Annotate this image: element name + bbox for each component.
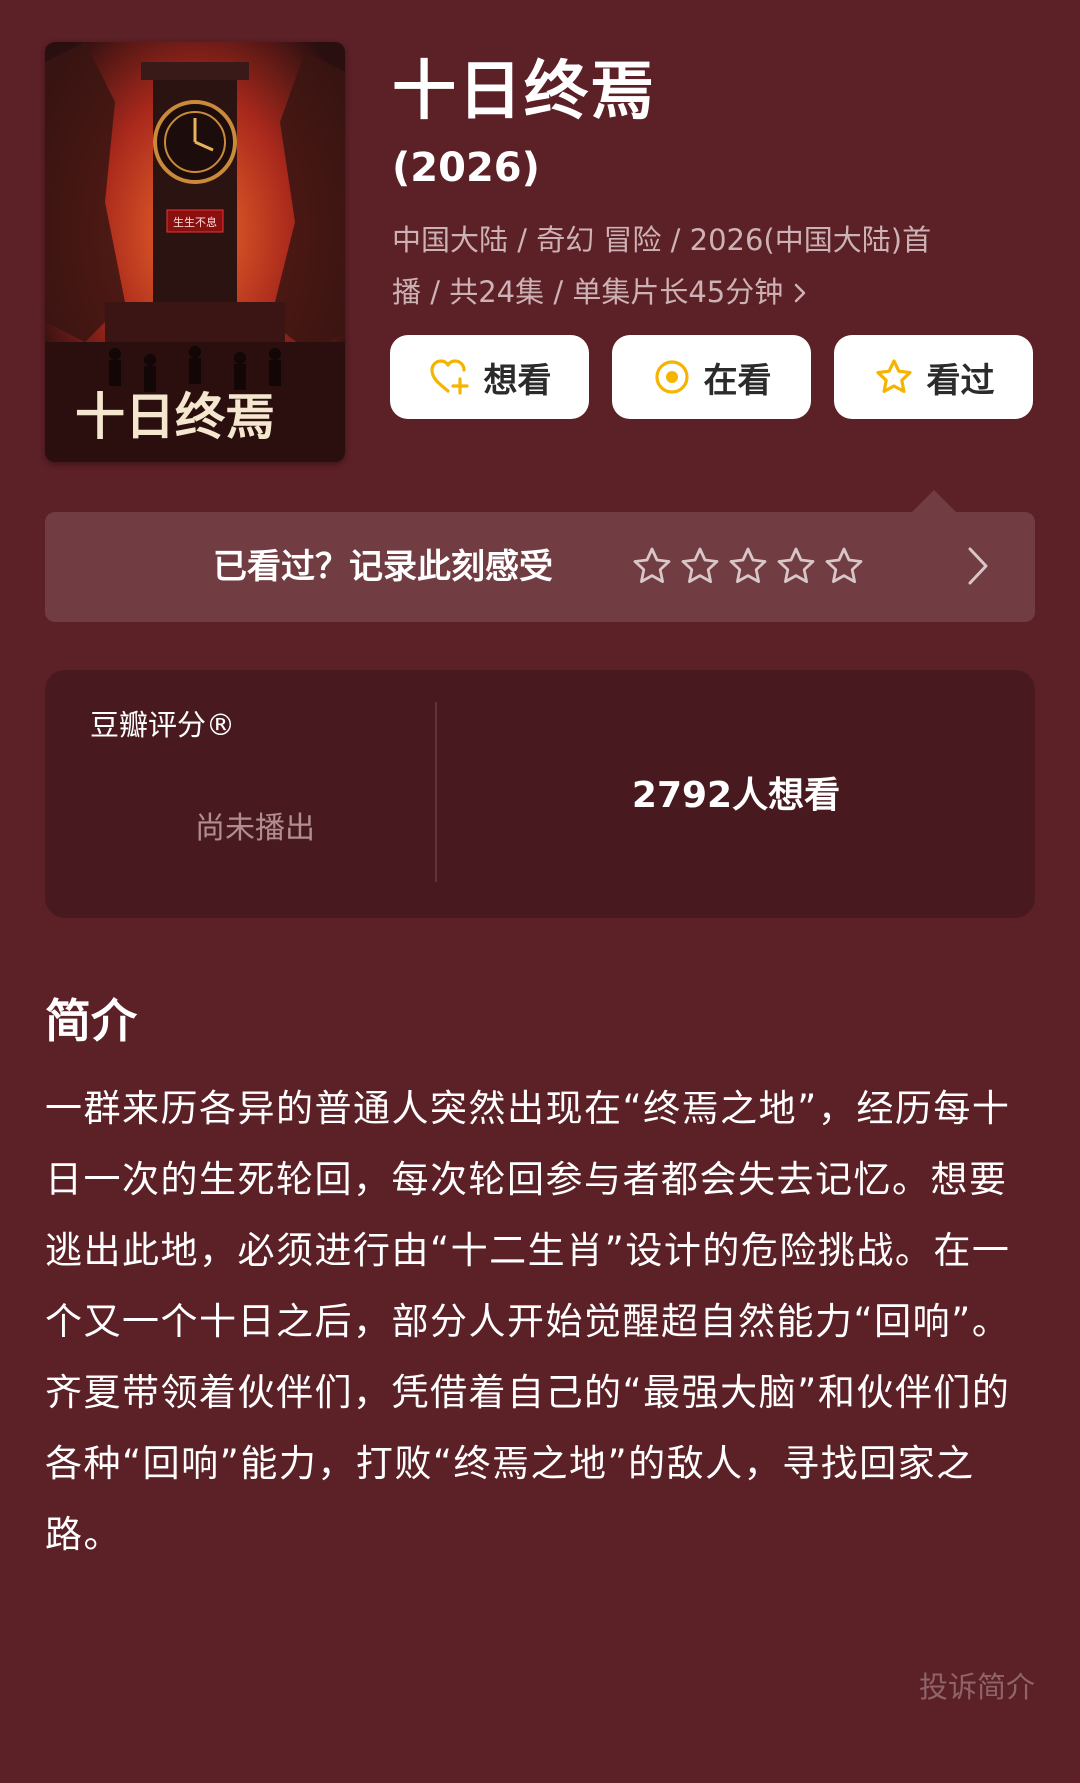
intro-heading: 简介	[45, 994, 137, 1048]
report-intro-link[interactable]: 投诉简介	[919, 1664, 1035, 1706]
watched-button[interactable]: 看过	[834, 335, 1033, 419]
watched-label: 看过	[926, 360, 995, 401]
rating-pointer	[912, 490, 956, 512]
poster-image[interactable]: 生生不息 十日终焉	[45, 42, 345, 462]
poster-sign-text: 生生不息	[173, 215, 217, 229]
star-3-icon[interactable]	[727, 545, 769, 587]
chevron-right-icon	[793, 266, 807, 318]
meta-line-1: 中国大陆 / 奇幻 冒险 / 2026(中国大陆)首	[392, 223, 932, 257]
score-status: 尚未播出	[195, 811, 315, 846]
rate-prompt-text: 已看过？记录此刻感受	[213, 547, 553, 587]
rate-prompt-bar[interactable]: 已看过？记录此刻感受	[45, 512, 1035, 622]
watching-button[interactable]: 在看	[612, 335, 811, 419]
star-4-icon[interactable]	[775, 545, 817, 587]
score-card[interactable]: 豆瓣评分® 尚未播出 2792人想看	[45, 670, 1035, 918]
heart-plus-icon	[428, 357, 472, 397]
douban-score-label: 豆瓣评分®	[90, 708, 236, 742]
star-5-icon[interactable]	[823, 545, 865, 587]
action-buttons: 想看 在看 看过	[390, 335, 1033, 419]
target-icon	[652, 357, 692, 397]
meta-line-2-text: 播 / 共24集 / 单集片长45分钟	[392, 275, 784, 309]
want-to-watch-button[interactable]: 想看	[390, 335, 589, 419]
release-year: (2026)	[392, 145, 540, 191]
poster-title-text: 十日终焉	[75, 387, 275, 446]
chevron-right-icon	[965, 544, 991, 592]
rating-stars[interactable]	[631, 545, 865, 587]
poster-artwork: 生生不息 十日终焉	[45, 42, 345, 462]
meta-line-2: 播 / 共24集 / 单集片长45分钟	[392, 266, 1012, 318]
want-count: 2792人想看	[631, 775, 841, 816]
watching-label: 在看	[703, 360, 772, 401]
star-2-icon[interactable]	[679, 545, 721, 587]
star-1-icon[interactable]	[631, 545, 673, 587]
page-title: 十日终焉	[392, 55, 656, 129]
intro-body: 一群来历各异的普通人突然出现在“终焉之地”，经历每十日一次的生死轮回，每次轮回参…	[45, 1087, 1011, 1556]
star-outline-icon	[873, 357, 915, 397]
show-meta[interactable]: 中国大陆 / 奇幻 冒险 / 2026(中国大陆)首 播 / 共24集 / 单集…	[392, 214, 1012, 318]
want-to-watch-label: 想看	[483, 360, 552, 401]
